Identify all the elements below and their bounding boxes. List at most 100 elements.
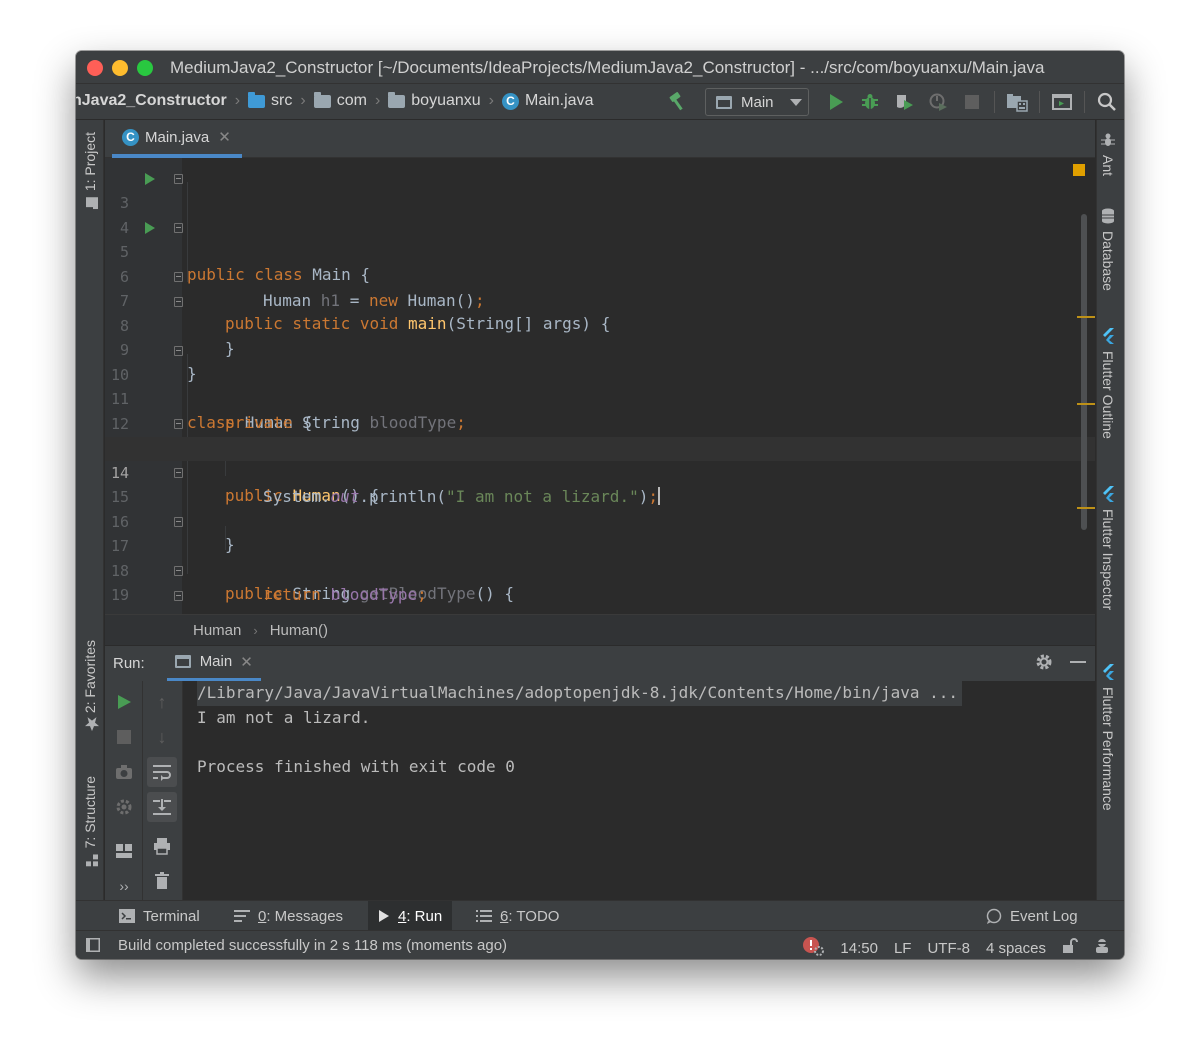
warning-marker[interactable] [1077, 507, 1095, 509]
fold-icon[interactable] [174, 223, 183, 233]
tool-tab-terminal[interactable]: Terminal [109, 901, 210, 931]
run-gutter-icon[interactable] [145, 222, 155, 234]
close-icon[interactable]: ✕ [218, 128, 231, 146]
run-configuration-selector[interactable]: Main [705, 88, 809, 116]
tool-tab-structure[interactable]: 7: Structure [78, 776, 102, 872]
editor-scrollbar[interactable] [1081, 214, 1087, 530]
code-editor[interactable]: 3 public class Main { 4 5 public static … [105, 158, 1095, 614]
fold-icon[interactable] [174, 590, 183, 601]
breadcrumb-file[interactable]: Main.java [525, 92, 593, 110]
warning-marker[interactable] [1077, 316, 1095, 318]
code-breadcrumb-method[interactable]: Human() [270, 622, 328, 639]
run-gutter-icon[interactable] [145, 173, 155, 185]
fold-icon[interactable] [174, 174, 183, 184]
fold-icon[interactable] [174, 517, 183, 527]
play-icon [378, 909, 390, 923]
code-line: 12 [105, 388, 1095, 433]
tool-tab-database-label: Database [1100, 231, 1116, 291]
presentation-button[interactable] [1049, 89, 1075, 115]
line-separator[interactable]: LF [894, 940, 912, 957]
tool-tab-structure-label: 7: Structure [82, 776, 98, 849]
maximize-window-button[interactable] [137, 60, 153, 76]
search-everywhere-button[interactable] [1094, 89, 1120, 115]
code-breadcrumb-class[interactable]: Human [193, 622, 241, 639]
ide-window: MediumJava2_Constructor [~/Documents/Ide… [76, 51, 1124, 959]
gear-icon[interactable] [1035, 653, 1053, 675]
breadcrumb-src[interactable]: src [271, 92, 292, 110]
star-icon [84, 717, 99, 732]
status-message[interactable]: Build completed successfully in 2 s 118 … [118, 937, 507, 954]
tool-tab-event-log[interactable]: Event Log [976, 901, 1088, 931]
fold-icon[interactable] [174, 296, 183, 307]
inspection-status-icon[interactable] [1073, 164, 1085, 176]
arrow-up-icon[interactable]: ↑ [143, 687, 181, 717]
toggle-tool-windows-icon[interactable] [86, 938, 100, 956]
restore-layout-button[interactable] [105, 836, 143, 866]
fold-icon[interactable] [174, 419, 183, 429]
tool-tab-favorites[interactable]: 2: Favorites [78, 640, 102, 737]
tool-tab-todo[interactable]: 6: TODO [466, 901, 569, 931]
print-button[interactable] [143, 831, 181, 861]
settings-button[interactable] [105, 792, 143, 822]
clear-all-button[interactable] [143, 866, 181, 896]
tool-tab-project[interactable]: 1: Project [78, 132, 102, 215]
profiler-button[interactable] [925, 89, 951, 115]
tool-tab-messages-label: : Messages [266, 907, 344, 925]
run-button[interactable] [823, 89, 849, 115]
rerun-button[interactable] [105, 687, 143, 717]
editor-tab-main-java[interactable]: C Main.java ✕ [112, 120, 242, 158]
minimize-window-button[interactable] [112, 60, 128, 76]
dump-threads-button[interactable] [105, 757, 143, 787]
structure-icon [84, 854, 98, 867]
soft-wrap-button[interactable] [147, 757, 177, 787]
run-toolbar-primary: ›› [105, 681, 143, 900]
editor-tabs: C Main.java ✕ [105, 120, 1095, 158]
play-icon [830, 94, 843, 110]
lock-icon[interactable] [1062, 938, 1078, 958]
fold-icon[interactable] [174, 272, 183, 282]
run-panel-header: Run: Main ✕ [105, 645, 1095, 682]
tool-tab-flutter-performance[interactable]: Flutter Performance [1100, 664, 1116, 811]
bug-icon [862, 94, 878, 109]
arrow-down-icon[interactable]: ↓ [143, 722, 181, 752]
error-notification-icon[interactable] [802, 936, 825, 959]
status-bar: Build completed successfully in 2 s 118 … [76, 930, 1124, 959]
file-encoding[interactable]: UTF-8 [927, 940, 970, 957]
run-panel-label: Run: [113, 655, 145, 672]
console-output[interactable]: /Library/Java/JavaVirtualMachines/adopto… [197, 681, 1095, 779]
tool-tab-flutter-outline[interactable]: Flutter Outline [1100, 328, 1116, 439]
run-panel: ›› ↑ ↓ /Library/Java/JavaVirtualMachines… [105, 681, 1095, 900]
fold-icon[interactable] [174, 566, 183, 576]
stop-button[interactable] [959, 89, 985, 115]
current-code-line: 14 System.out.println("I am not a lizard… [105, 436, 1095, 506]
project-structure-button[interactable] [1004, 89, 1030, 115]
run-with-coverage-button[interactable] [891, 89, 917, 115]
breadcrumb-com[interactable]: com [337, 92, 367, 110]
trash-icon [155, 872, 169, 889]
status-indicators: 14:50 LF UTF-8 4 spaces [786, 936, 1110, 959]
fold-icon[interactable] [174, 468, 183, 478]
more-actions-icon[interactable]: ›› [105, 871, 143, 901]
build-hammer-button[interactable] [665, 89, 691, 115]
tool-tab-ant[interactable]: Ant [1100, 132, 1116, 176]
warning-marker[interactable] [1077, 403, 1095, 405]
breadcrumb-package[interactable]: boyuanxu [411, 92, 480, 110]
caret-position[interactable]: 14:50 [840, 940, 878, 957]
minimize-icon[interactable] [1069, 653, 1087, 675]
breadcrumb-project[interactable]: nJava2_Constructor [76, 92, 227, 110]
tool-tab-messages[interactable]: 0: Messages [224, 901, 353, 931]
tool-tab-run[interactable]: 4: Run [368, 901, 453, 931]
tool-tab-flutter-inspector[interactable]: Flutter Inspector [1100, 486, 1116, 610]
indent-setting[interactable]: 4 spaces [986, 940, 1046, 957]
close-window-button[interactable] [87, 60, 103, 76]
run-tab-main[interactable]: Main ✕ [166, 645, 261, 682]
database-icon [1100, 208, 1116, 224]
tool-tab-database[interactable]: Database [1100, 208, 1116, 291]
debug-button[interactable] [857, 89, 883, 115]
scroll-to-end-button[interactable] [147, 792, 177, 822]
stop-button[interactable] [105, 722, 143, 752]
close-icon[interactable]: ✕ [240, 653, 253, 671]
fold-icon[interactable] [174, 345, 183, 356]
console-command-line[interactable]: /Library/Java/JavaVirtualMachines/adopto… [197, 681, 962, 706]
inspector-icon[interactable] [1094, 938, 1110, 958]
